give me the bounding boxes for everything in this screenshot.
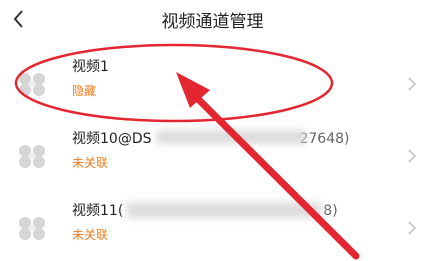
chevron-right-icon xyxy=(408,149,417,163)
channel-item-1[interactable]: 视频1 隐藏 xyxy=(0,52,425,116)
channel-status: 隐藏 xyxy=(72,84,97,98)
page-title: 视频通道管理 xyxy=(161,12,264,32)
channel-status: 未关联 xyxy=(72,228,109,242)
channel-item-3[interactable]: 视频11( 8) 未关联 xyxy=(0,196,425,260)
channel-name-head: 视频11( xyxy=(72,203,124,219)
channel-name-head: 视频10@DS xyxy=(72,131,152,147)
camera-fan-icon xyxy=(19,217,45,240)
channel-name: 视频1 xyxy=(72,59,109,75)
channel-name-tail: 27648) xyxy=(299,131,350,147)
camera-fan-icon xyxy=(19,73,45,96)
channel-status: 未关联 xyxy=(72,156,109,170)
camera-fan-icon xyxy=(19,145,45,168)
chevron-right-icon xyxy=(408,77,417,91)
channel-item-2[interactable]: 视频10@DS 27648) 未关联 xyxy=(0,124,425,188)
blurred-text-mask xyxy=(126,202,322,218)
header-bar: 视频通道管理 xyxy=(0,0,425,40)
blurred-text-mask xyxy=(156,130,306,144)
channel-name-tail: 8) xyxy=(323,203,338,219)
chevron-right-icon xyxy=(408,221,417,235)
